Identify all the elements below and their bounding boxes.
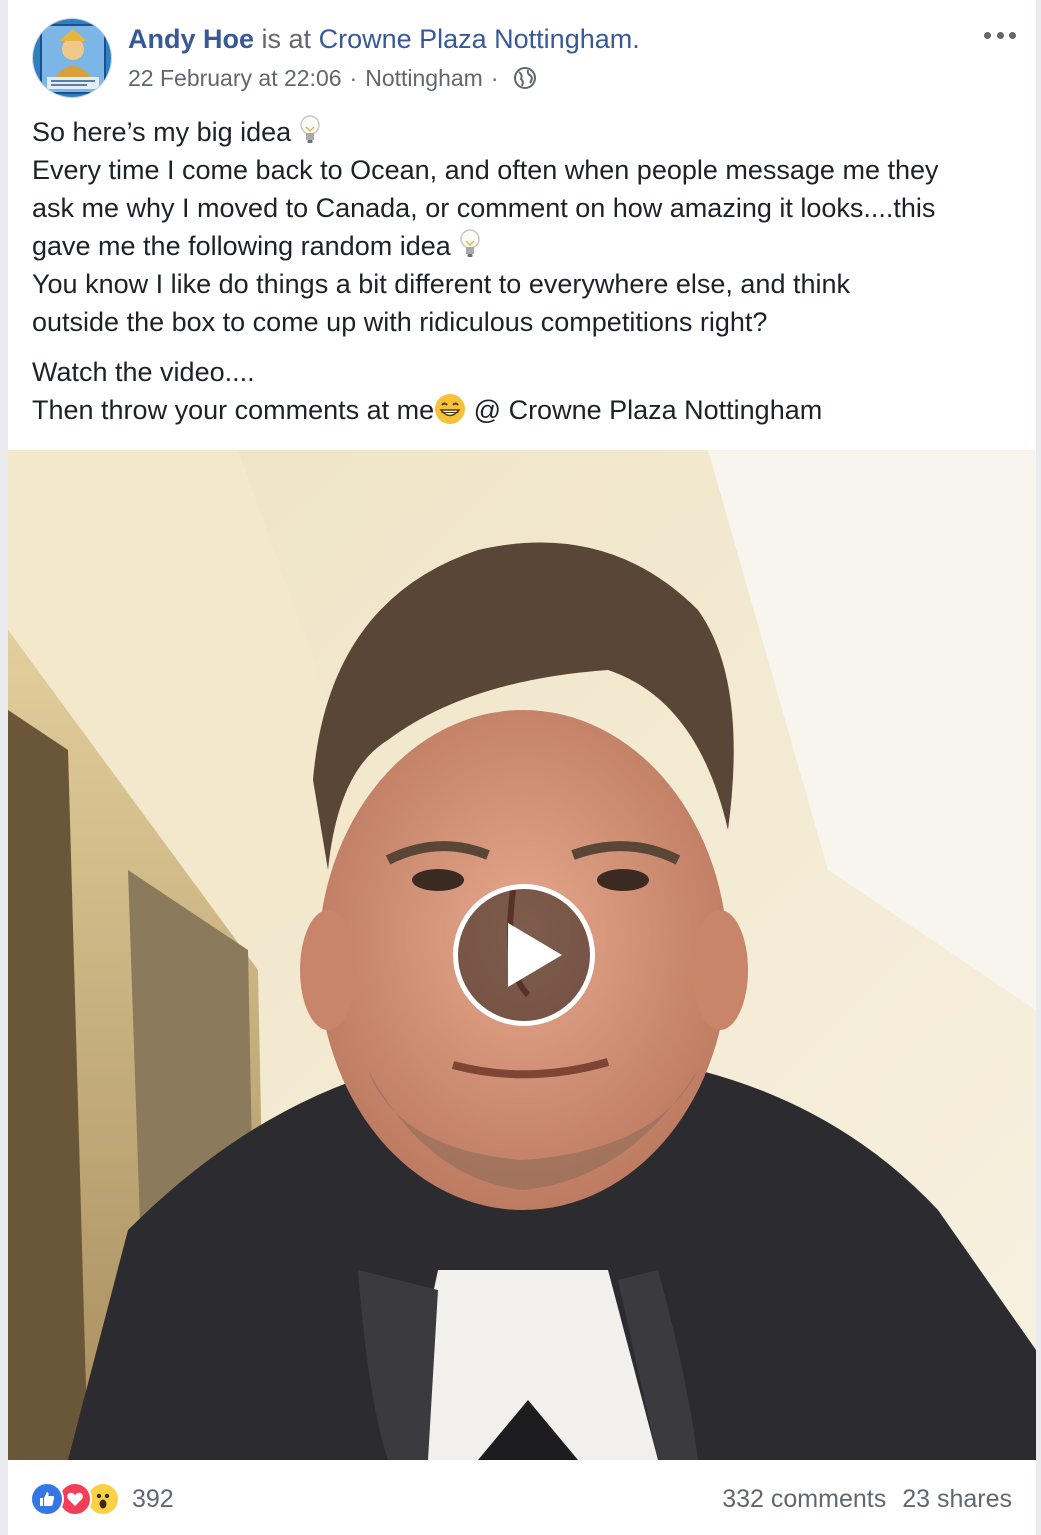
post-footer: 392 332 comments 23 shares [8, 1460, 1036, 1535]
place-link[interactable]: Crowne Plaza Nottingham. [319, 24, 640, 54]
place-tag-link[interactable]: @ Crowne Plaza Nottingham [466, 395, 823, 425]
is-at-text: is at [261, 24, 312, 54]
post-text-line: ask me why I moved to Canada, or comment… [32, 193, 936, 223]
globe-icon[interactable] [513, 66, 537, 90]
shares-count-link[interactable]: 23 shares [902, 1482, 1012, 1516]
more-options-icon[interactable] [980, 20, 1020, 50]
post-card: Andy Hoe is at Crowne Plaza Nottingham. … [8, 0, 1036, 1535]
reactions-summary[interactable]: 392 [30, 1482, 174, 1516]
post-paragraph: Watch the video.... Then throw your comm… [32, 353, 1022, 429]
post-stats: 332 comments 23 shares [722, 1482, 1012, 1516]
play-button[interactable] [453, 884, 595, 1026]
post-text-line: Watch the video.... [32, 357, 255, 387]
post-text-line: outside the box to come up with ridiculo… [32, 307, 768, 337]
post-text-line: You know I like do things a bit differen… [32, 269, 851, 299]
post-paragraph: So here’s my big idea Every time I come … [32, 113, 1022, 341]
post-body: So here’s my big idea Every time I come … [32, 113, 1022, 429]
like-reaction-icon [30, 1482, 64, 1516]
author-name-link[interactable]: Andy Hoe [128, 24, 254, 54]
meta-separator: · [349, 65, 358, 91]
post-text-line: gave me the following random idea [32, 231, 451, 261]
post-text-line: Then throw your comments at me [32, 395, 435, 425]
grinning-face-icon [435, 394, 466, 424]
post-title-line: Andy Hoe is at Crowne Plaza Nottingham. [128, 20, 640, 58]
post-meta: 22 February at 22:06 · Nottingham · [128, 62, 537, 94]
lightbulb-icon [460, 229, 480, 257]
lightbulb-icon [300, 115, 320, 143]
post-header: Andy Hoe is at Crowne Plaza Nottingham. … [8, 0, 1036, 110]
post-timestamp-link[interactable]: 22 February at 22:06 [128, 62, 342, 94]
play-icon [508, 923, 562, 987]
meta-separator: · [490, 65, 499, 91]
reaction-count: 392 [132, 1485, 174, 1513]
location-link[interactable]: Nottingham [365, 62, 483, 94]
post-text-line: Every time I come back to Ocean, and oft… [32, 155, 939, 185]
video-player[interactable] [8, 450, 1036, 1460]
comments-count-link[interactable]: 332 comments [722, 1482, 886, 1516]
author-avatar[interactable] [32, 18, 112, 98]
post-text-line: So here’s my big idea [32, 117, 292, 147]
